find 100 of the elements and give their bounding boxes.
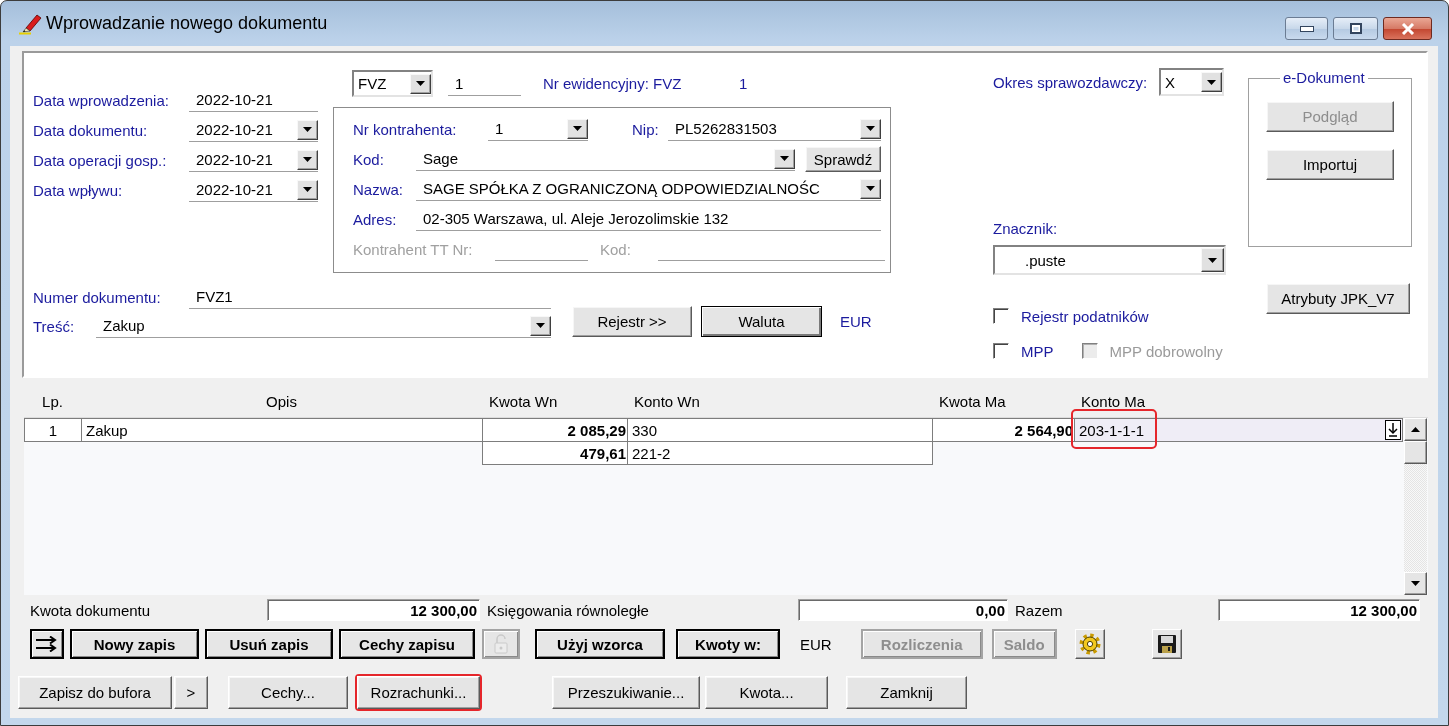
table-cell: 1 [24,418,82,442]
date-field[interactable]: 2022-10-21 [189,148,318,172]
table-cell: 2 564,90 [932,418,1075,442]
new-entry-button[interactable]: Nowy zapis [70,629,199,659]
save-button[interactable] [1151,629,1182,659]
column-header: Opis [266,392,297,410]
field-label: Data wpływu: [33,181,123,199]
caret-up-icon [1411,427,1420,432]
column-header: Kwota Ma [939,392,1006,410]
dropdown-button[interactable] [297,149,318,170]
group-title: e-Dokument [1282,69,1366,87]
entry-features-button[interactable]: Cechy zapisu [339,629,475,659]
caret-down-icon [536,323,545,328]
scroll-down-button[interactable] [1404,572,1427,595]
caret-down-icon [1207,79,1216,85]
scroll-up-button[interactable] [1404,418,1427,441]
caret-down-icon [303,187,312,192]
checkbox-label: MPP [1021,342,1054,360]
table-cell: 479,61 [482,441,628,465]
caret-down-icon [866,186,875,191]
checkbox-label: MPP dobrowolny [1109,342,1223,360]
cell-editor[interactable]: 203-1-1-1 [1074,418,1403,442]
padlock-icon [493,634,509,654]
period-combo[interactable]: X [1159,68,1224,96]
vertical-scrollbar[interactable] [1404,418,1427,595]
close-button[interactable] [1383,17,1432,40]
gear-icon [1078,633,1101,655]
contractor-number-field[interactable]: 1 [488,117,588,141]
dropdown-button[interactable] [410,73,431,94]
double-arrow-icon [35,636,59,652]
field-label: Kontrahent TT Nr: [353,240,473,258]
dropdown-button[interactable] [1201,248,1224,272]
currency-label: EUR [800,634,832,655]
caret-down-icon [1208,257,1217,263]
import-button[interactable]: Importuj [1266,149,1394,180]
settings-button[interactable] [1074,629,1105,659]
settlements-list-button[interactable]: Rozrachunki... [357,676,480,709]
dropdown-button[interactable] [774,148,795,169]
minimize-icon [1299,25,1314,32]
tax-id-field[interactable]: PL5262831503 [668,117,881,141]
column-header: Kwota Wn [489,392,558,410]
date-field[interactable]: 2022-10-21 [189,118,318,142]
total-label: Kwota dokumentu [30,601,151,619]
dropdown-button[interactable] [530,315,551,336]
use-template-button[interactable]: Użyj wzorca [535,629,665,659]
window-title: Wprowadzanie nowego dokumentu [46,13,328,34]
amounts-in-button[interactable]: Kwoty w: [676,629,780,659]
caret-down-icon [573,126,582,131]
column-header: Konto Wn [634,392,700,410]
expand-button[interactable]: > [174,676,208,709]
dropdown-button[interactable] [567,118,588,139]
close-icon [1400,22,1415,35]
verify-button[interactable]: Sprawdź [805,146,881,172]
caret-down-icon [416,81,425,86]
description-field[interactable]: Zakup [96,314,551,338]
caret-down-icon [303,127,312,132]
dropdown-button[interactable] [1201,72,1222,92]
maximize-button[interactable] [1333,17,1378,40]
jpk-attributes-button[interactable]: Atrybuty JPK_V7 [1266,283,1410,314]
field-label: Nip: [632,120,659,138]
total-label: Razem [1015,601,1063,619]
minimize-button[interactable] [1285,17,1328,40]
features-button[interactable]: Cechy... [228,676,348,709]
table-cell: 221-2 [627,441,933,465]
currency-button[interactable]: Waluta [701,306,822,337]
dropdown-button[interactable] [297,179,318,200]
scrollbar-thumb[interactable] [1404,441,1427,464]
maximize-icon [1349,23,1362,34]
dropdown-button[interactable] [297,119,318,140]
contractor-name-field[interactable]: SAGE SPÓŁKA Z OGRANICZONĄ ODPOWIEDZIALNOŚC [416,177,881,201]
caret-down-icon [303,157,312,162]
field-label: Znacznik: [993,219,1058,237]
field-label: Data dokumentu: [33,121,148,139]
close-dialog-button[interactable]: Zamknij [846,676,967,709]
column-header: Lp. [42,392,63,410]
field-label: Nr kontrahenta: [353,120,457,138]
register-button[interactable]: Rejestr >> [572,306,692,337]
column-header: Konto Ma [1081,392,1146,410]
amount-button[interactable]: Kwota... [705,676,828,709]
total-field: 12 300,00 [267,599,480,621]
caret-down-icon [1411,581,1420,586]
dropdown-button[interactable] [860,178,881,199]
field-label: Treść: [33,317,75,335]
table-cell: 330 [627,418,933,442]
save-to-buffer-button[interactable]: Zapisz do bufora [18,676,172,709]
delete-entry-button[interactable]: Usuń zapis [205,629,333,659]
tag-combo[interactable]: .puste [993,245,1226,275]
document-type-combo[interactable]: FVZ [352,70,433,97]
contractor-code-field[interactable]: Sage [416,147,795,171]
field-label: Kod: [353,150,384,168]
table-cell: 2 085,29 [482,418,628,442]
date-field[interactable]: 2022-10-21 [189,178,318,202]
currency-label: EUR [840,313,872,330]
dropdown-button[interactable] [860,118,881,139]
field-label: Nazwa: [353,180,404,198]
total-field: 0,00 [798,599,1008,621]
table-cell: Zakup [81,418,483,442]
search-button[interactable]: Przeszukiwanie... [552,676,700,709]
double-arrow-button[interactable] [30,629,64,659]
field-label: Kod: [600,240,631,258]
